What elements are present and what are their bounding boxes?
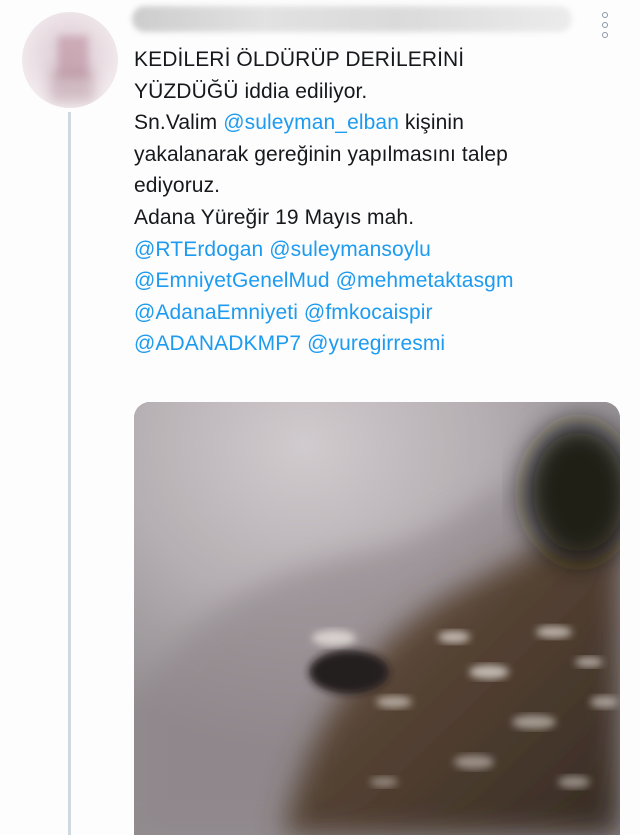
tweet-video[interactable] <box>134 402 620 835</box>
tweet-text-segment: KEDİLERİ ÖLDÜRÜP DERİLERİNİ <box>134 48 465 71</box>
mention-link[interactable]: @yuregirresmi <box>307 332 445 355</box>
mention-link[interactable]: @RTErdogan <box>134 238 263 261</box>
avatar-blur-overlay-lower <box>50 68 94 102</box>
tweet-text-line: @AdanaEmniyeti @fmkocaispir <box>134 297 624 329</box>
tweet-text-line: Adana Yüreğir 19 Mayıs mah. <box>134 202 624 234</box>
tweet-text-line: ediyoruz. <box>134 170 624 202</box>
tweet-text-line: YÜZDÜĞÜ iddia ediliyor. <box>134 76 624 108</box>
more-dot <box>602 22 608 28</box>
tweet-text-segment: Sn.Valim <box>134 111 224 135</box>
mention-link[interactable]: @EmniyetGenelMud <box>134 269 330 292</box>
mention-link[interactable]: @suleyman_elban <box>223 111 399 134</box>
more-dot <box>602 32 608 38</box>
tweet-text-line: @ADANADKMP7 @yuregirresmi <box>134 328 624 360</box>
mention-link[interactable]: @ADANADKMP7 <box>134 332 301 355</box>
avatar[interactable] <box>22 12 118 108</box>
tweet-text-line: @EmniyetGenelMud @mehmetaktasgm <box>134 265 624 297</box>
tweet-text-line: KEDİLERİ ÖLDÜRÜP DERİLERİNİ <box>134 44 624 76</box>
video-frame <box>134 402 620 835</box>
mention-link[interactable]: @mehmetaktasgm <box>336 269 514 292</box>
tweet-text-segment: YÜZDÜĞÜ iddia ediliyor. <box>134 79 368 103</box>
tweet-text-segment: yakalanarak gereğinin yapılmasını talep <box>134 142 508 166</box>
tweet-text-segment: Adana Yüreğir 19 Mayıs mah. <box>134 205 415 229</box>
mention-link[interactable]: @fmkocaispir <box>304 301 433 324</box>
tweet: KEDİLERİ ÖLDÜRÜP DERİLERİNİ YÜZDÜĞÜ iddia… <box>0 0 640 835</box>
tweet-text-line: @RTErdogan @suleymansoylu <box>134 234 624 266</box>
tweet-text-segment: ediyoruz. <box>134 174 221 198</box>
tweet-text: KEDİLERİ ÖLDÜRÜP DERİLERİNİ YÜZDÜĞÜ iddia… <box>134 44 624 360</box>
more-vertical-icon[interactable] <box>598 12 612 38</box>
tweet-text-line: yakalanarak gereğinin yapılmasını talep <box>134 139 624 171</box>
mention-link[interactable]: @suleymansoylu <box>269 238 431 261</box>
mention-link[interactable]: @AdanaEmniyeti <box>134 301 298 324</box>
thread-line <box>68 112 71 835</box>
more-dot <box>602 12 608 18</box>
tweet-text-segment: kişinin <box>398 111 464 135</box>
blurred-author-name <box>132 6 572 32</box>
tweet-text-line: Sn.Valim @suleyman_elban kişinin <box>134 107 624 139</box>
